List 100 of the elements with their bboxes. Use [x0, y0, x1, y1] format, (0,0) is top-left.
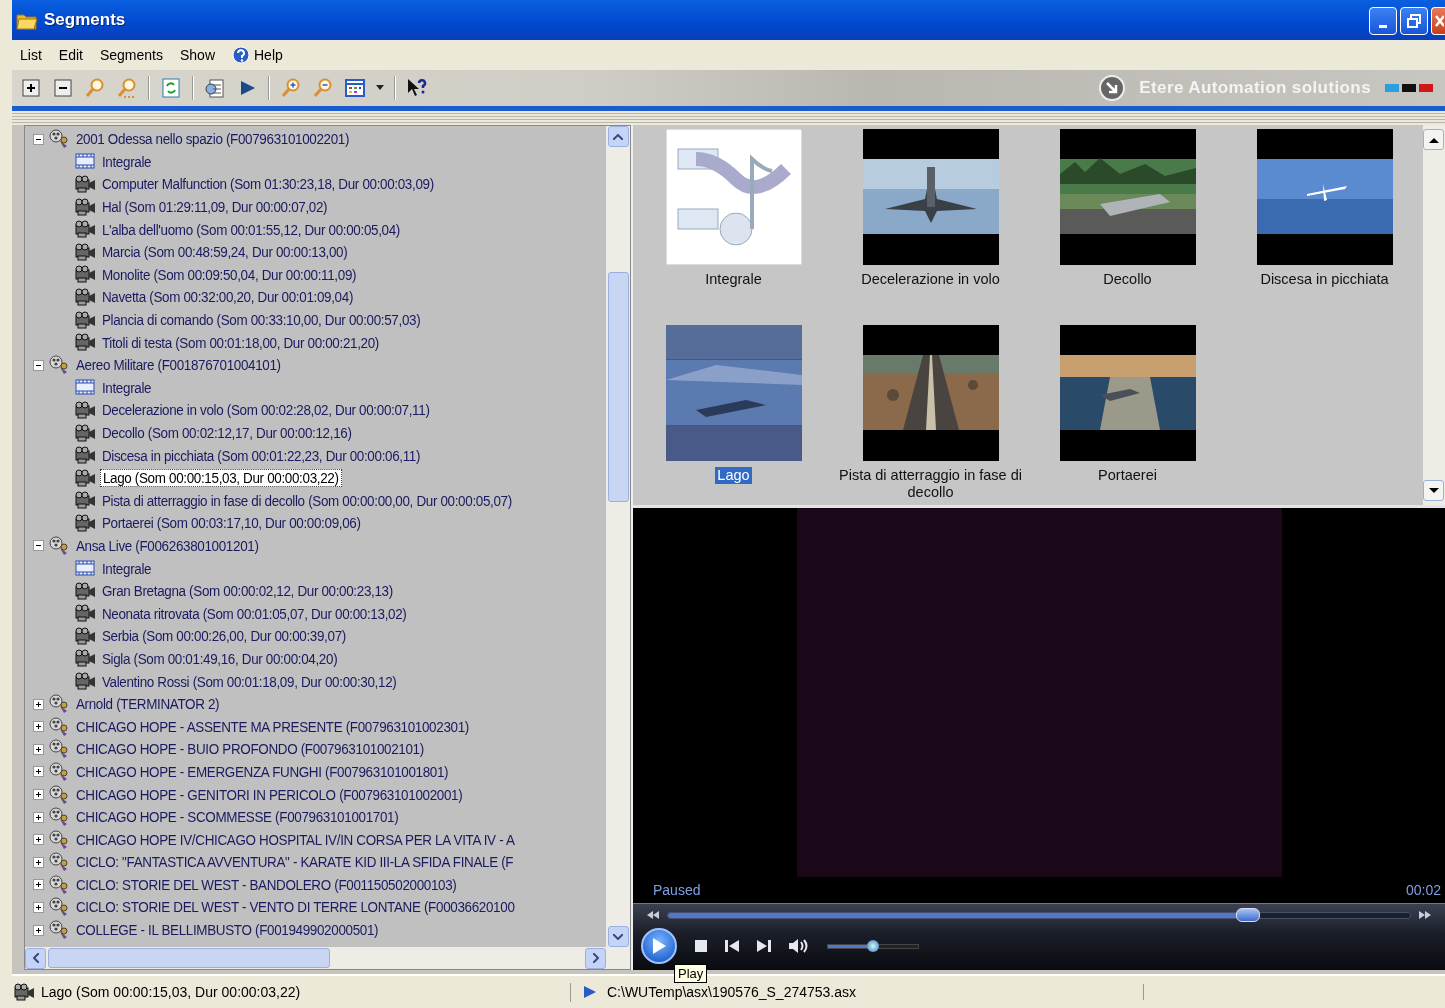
volume-button[interactable] [789, 938, 809, 954]
tree-item[interactable]: CICLO: "FANTASTICA AVVENTURA" - KARATE KID III-LA SFIDA FINALE (F [74, 854, 516, 871]
seek-bar[interactable] [667, 911, 1411, 919]
rewind-button[interactable] [647, 911, 659, 919]
tree-item[interactable]: Discesa in picchiata (Som 00:01:22,23, Dur 00:00:06,11) [100, 447, 423, 464]
expand-toggle[interactable] [33, 834, 44, 846]
scrollbar-thumb[interactable] [48, 948, 330, 968]
scroll-up-button[interactable] [607, 126, 629, 147]
seek-handle[interactable] [1235, 907, 1260, 922]
tree-item[interactable]: Ansa Live (F006263801001201) [74, 538, 261, 554]
tree-item[interactable]: Portaerei (Som 00:03:17,10, Dur 00:00:09,06) [100, 515, 363, 532]
thumbnail-caption[interactable]: Discesa in picchiata [1260, 271, 1389, 288]
collapse-toggle[interactable] [33, 540, 44, 552]
tooltip: Play [674, 964, 708, 983]
tree-item[interactable]: Plancia di comando (Som 00:33:10,00, Dur 00:00:57,03) [100, 312, 423, 329]
scroll-left-button[interactable] [25, 947, 46, 969]
menu-item[interactable]: Help [254, 47, 283, 63]
tree-item[interactable]: Integrale [100, 379, 154, 396]
tree-item[interactable]: Marcia (Som 00:48:59,24, Dur 00:00:13,00) [100, 244, 350, 261]
tree-item[interactable]: Computer Malfunction (Som 01:30:23,18, Dur 00:00:03,09) [100, 176, 436, 193]
scroll-up-button[interactable] [1423, 129, 1444, 150]
close-button[interactable] [1431, 7, 1445, 35]
expand-toggle[interactable] [33, 766, 44, 778]
fast-forward-button[interactable] [1419, 911, 1431, 919]
camera-icon [75, 468, 96, 488]
tree-item[interactable]: 2001 Odessa nello spazio (F007963101002201) [74, 131, 352, 148]
tree-item[interactable]: Titoli di testa (Som 00:01:18,00, Dur 00:00:21,20) [100, 334, 381, 351]
menu-item[interactable]: Edit [58, 47, 83, 63]
tree-item[interactable]: Hal (Som 01:29:11,09, Dur 00:00:07,02) [100, 199, 330, 216]
thumbnail-caption[interactable]: Integrale [705, 271, 762, 288]
tree-item[interactable]: CHICAGO HOPE IV/CHICAGO HOSPITAL IV/IN CORSA PER LA VITA IV - A [74, 831, 517, 848]
playback-state: Paused [653, 882, 701, 898]
collapse-toggle[interactable] [33, 133, 44, 145]
tree-item[interactable]: CHICAGO HOPE - ASSENTE MA PRESENTE (F007963101002301) [74, 718, 471, 735]
expand-toggle[interactable] [33, 789, 44, 800]
expand-toggle[interactable] [33, 721, 44, 733]
previous-button[interactable] [725, 940, 739, 952]
next-button[interactable] [757, 940, 771, 952]
tree-item[interactable]: CHICAGO HOPE - EMERGENZA FUNGHI (F007963101001801) [74, 763, 451, 780]
volume-handle[interactable] [867, 939, 879, 952]
tree-item[interactable]: Sigla (Som 00:01:49,16, Dur 00:00:04,20) [100, 650, 340, 667]
tree-item[interactable]: Decelerazione in volo (Som 00:02:28,02, Dur 00:00:07,11) [100, 402, 432, 419]
tree-item[interactable]: L'alba dell'uomo (Som 00:01:55,12, Dur 00:00:05,04) [100, 221, 402, 238]
caret-icon [376, 85, 384, 91]
thumbnail-caption[interactable]: Decollo [1103, 271, 1152, 288]
thumbnail-caption[interactable]: Pista di atterraggio in fase di decollo [835, 467, 1026, 501]
minimize-button[interactable] [1369, 7, 1397, 35]
scroll-right-button[interactable] [585, 947, 606, 969]
camera-icon [75, 423, 96, 443]
tree-item[interactable]: CHICAGO HOPE - GENITORI IN PERICOLO (F007963101002001) [74, 786, 465, 803]
tree-item[interactable]: Integrale [100, 153, 154, 170]
collapse-toggle[interactable] [33, 359, 44, 371]
camera-icon [75, 175, 96, 194]
tree-item[interactable]: Valentino Rossi (Som 00:01:18,09, Dur 00:00:30,12) [100, 673, 399, 690]
menu-item[interactable]: Show [179, 47, 215, 63]
tree-item[interactable]: Aereo Militare (F001876701004101) [74, 357, 283, 374]
tree-item[interactable]: Neonata ritrovata (Som 00:01:05,07, Dur 00:00:13,02) [100, 605, 409, 622]
film-strip-icon [75, 152, 96, 172]
tree-item[interactable]: CHICAGO HOPE - SCOMMESSE (F007963101001701) [74, 809, 401, 826]
thumbnail-caption[interactable]: Decelerazione in volo [861, 271, 1000, 288]
expand-toggle[interactable] [33, 856, 44, 868]
scroll-down-button[interactable] [607, 926, 629, 947]
expand-toggle[interactable] [33, 811, 44, 823]
tree-item[interactable]: CHICAGO HOPE - BUIO PROFONDO (F007963101002101) [74, 741, 426, 758]
menu-item[interactable]: Segments [99, 47, 163, 63]
scrollbar-thumb[interactable] [607, 271, 629, 502]
play-button[interactable] [641, 928, 677, 964]
thumbnail-caption[interactable]: Lago [715, 467, 752, 484]
film-reel-icon [48, 896, 70, 919]
film-reel-icon [48, 128, 70, 151]
tree-item[interactable]: Integrale [100, 560, 154, 577]
menu-item[interactable]: List [20, 47, 42, 63]
expand-toggle[interactable] [33, 879, 44, 891]
expand-toggle[interactable] [33, 698, 44, 710]
tree-item[interactable]: CICLO: STORIE DEL WEST - VENTO DI TERRE LONTANE (F00036620100 [74, 899, 517, 916]
camera-icon [14, 982, 35, 1002]
tree-item[interactable]: COLLEGE - IL BELLIMBUSTO (F001949902000501) [74, 922, 381, 939]
thumbnail-caption[interactable]: Portaerei [1098, 467, 1157, 484]
expand-toggle[interactable] [33, 743, 44, 755]
volume-slider[interactable] [827, 943, 919, 949]
tree-item[interactable]: Arnold (TERMINATOR 2) [74, 696, 222, 713]
film-strip-icon [75, 559, 96, 579]
properties-icon [204, 77, 226, 99]
tree-item[interactable]: Lago (Som 00:00:15,03, Dur 00:00:03,22) [100, 469, 342, 488]
play-icon [583, 985, 597, 999]
tree-item[interactable]: CICLO: STORIE DEL WEST - BANDOLERO (F001150502000103) [74, 876, 459, 893]
tree-item[interactable]: Serbia (Som 00:00:26,00, Dur 00:00:39,07) [100, 628, 348, 645]
tree-item[interactable]: Navetta (Som 00:32:00,20, Dur 00:01:09,04) [100, 289, 355, 306]
tree-item[interactable]: Monolite (Som 00:09:50,04, Dur 00:00:11,09) [100, 266, 359, 283]
logo-text: Etere Automation solutions [1139, 78, 1371, 98]
restore-button[interactable] [1400, 7, 1428, 35]
status-text: Lago (Som 00:00:15,03, Dur 00:00:03,22) [41, 984, 301, 1000]
close-icon [1433, 14, 1444, 28]
expand-toggle[interactable] [33, 902, 44, 913]
scroll-down-button[interactable] [1423, 480, 1444, 501]
tree-item[interactable]: Decollo (Som 00:02:12,17, Dur 00:00:12,16) [100, 425, 354, 441]
restore-icon [1407, 14, 1421, 28]
tree-item[interactable]: Pista di atterraggio in fase di decollo (Som 00:00:00,00, Dur 00:00:05,07) [100, 492, 514, 509]
expand-toggle[interactable] [33, 924, 44, 936]
tree-item[interactable]: Gran Bretagna (Som 00:00:02,12, Dur 00:00:23,13) [100, 583, 395, 600]
